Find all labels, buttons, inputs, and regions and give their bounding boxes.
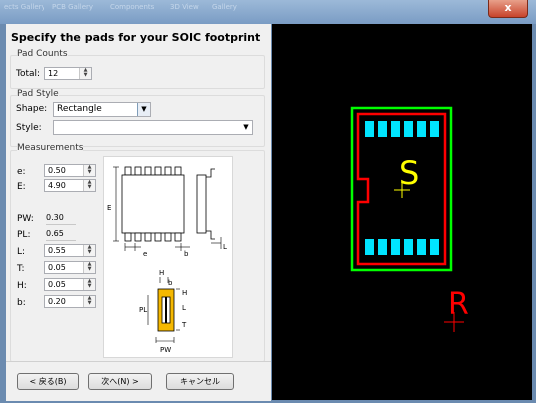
chevron-down-icon[interactable]: ▼ (240, 121, 252, 134)
E-label: E: (17, 182, 26, 192)
style-select[interactable]: ▼ (53, 120, 253, 135)
T-value: 0.05 (48, 263, 66, 272)
diagram-label-e: e (143, 250, 147, 258)
spinner-arrows-icon[interactable]: ▲ ▼ (83, 296, 95, 307)
L-spinner[interactable]: 0.55 ▲ ▼ (44, 244, 96, 257)
H-value: 0.05 (48, 280, 66, 289)
spinner-arrows-icon[interactable]: ▲ ▼ (79, 68, 91, 79)
b-label: b: (17, 298, 26, 308)
shape-select-value: Rectangle (57, 104, 102, 114)
b-spinner[interactable]: 0.20 ▲ ▼ (44, 295, 96, 308)
window-titlebar: ects Gallery PCB Gallery Components 3D V… (0, 0, 536, 24)
spinner-arrows-icon[interactable]: ▲ ▼ (83, 279, 95, 290)
diagram-label-PL: PL (139, 306, 147, 314)
ghost-tab-1: ects Gallery (4, 3, 44, 11)
E-value: 4.90 (48, 181, 66, 190)
wizard-footer: < 戻る(B) 次へ(N) > キャンセル (6, 361, 271, 401)
PW-value: 0.30 (46, 213, 76, 225)
PL-label: PL: (17, 230, 31, 240)
ghost-tab-3: Components (110, 3, 155, 11)
T-label: T: (17, 264, 25, 274)
close-icon: x (504, 1, 512, 14)
b-value: 0.20 (48, 297, 66, 306)
soic-diagram-svg: E e b L H b H L T PL PW (107, 166, 227, 354)
e-value: 0.50 (48, 166, 66, 175)
diagram-label-E: E (107, 204, 111, 212)
origin-label-text: R (448, 287, 469, 322)
spinner-arrows-icon[interactable]: ▲ ▼ (83, 262, 95, 273)
T-spinner[interactable]: 0.05 ▲ ▼ (44, 261, 96, 274)
cancel-button[interactable]: キャンセル (166, 373, 234, 390)
PL-value: 0.65 (46, 229, 76, 241)
total-pads-value: 12 (48, 69, 59, 78)
shape-label: Shape: (16, 104, 48, 114)
spinner-arrows-icon[interactable]: ▲ ▼ (83, 165, 95, 176)
pad-counts-group-label: Pad Counts (17, 49, 68, 59)
E-spinner[interactable]: 4.90 ▲ ▼ (44, 179, 96, 192)
diagram-label-b-small: b (168, 279, 173, 287)
H-spinner[interactable]: 0.05 ▲ ▼ (44, 278, 96, 291)
total-label: Total: (16, 69, 41, 79)
style-label: Style: (16, 123, 42, 133)
chevron-down-icon[interactable]: ▼ (137, 103, 150, 116)
diagram-label-L-side: L (182, 304, 186, 312)
footprint-preview-svg: S R (350, 106, 469, 332)
soic-dimension-diagram: E e b L H b H L T PL PW (103, 156, 233, 358)
page-title: Specify the pads for your SOIC footprint (11, 31, 261, 44)
L-value: 0.55 (48, 246, 66, 255)
e-label: e: (17, 167, 26, 177)
footprint-preview-canvas[interactable]: S R (272, 24, 532, 400)
e-spinner[interactable]: 0.50 ▲ ▼ (44, 164, 96, 177)
diagram-label-PW: PW (160, 346, 171, 354)
ghost-tab-5: Gallery (212, 3, 237, 11)
window-close-button[interactable]: x (488, 0, 528, 18)
H-label: H: (17, 281, 27, 291)
diagram-label-H-top: H (159, 269, 164, 277)
wizard-panel: Specify the pads for your SOIC footprint… (6, 24, 271, 401)
diagram-label-L: L (223, 243, 227, 251)
next-button[interactable]: 次へ(N) > (88, 373, 152, 390)
diagram-label-T: T (181, 321, 187, 329)
diagram-label-H-side: H (182, 289, 187, 297)
diagram-label-b: b (184, 250, 189, 258)
L-label: L: (17, 247, 26, 257)
spinner-arrows-icon[interactable]: ▲ ▼ (83, 245, 95, 256)
ghost-tab-4: 3D View (170, 3, 199, 11)
back-button[interactable]: < 戻る(B) (17, 373, 79, 390)
spinner-arrows-icon[interactable]: ▲ ▼ (83, 180, 95, 191)
ghost-tab-2: PCB Gallery (52, 3, 94, 11)
shape-select[interactable]: Rectangle ▼ (53, 102, 151, 117)
pad-style-group-label: Pad Style (17, 89, 59, 99)
PW-label: PW: (17, 214, 34, 224)
measurements-group-label: Measurements (17, 143, 84, 153)
total-pads-spinner[interactable]: 12 ▲ ▼ (44, 67, 92, 80)
